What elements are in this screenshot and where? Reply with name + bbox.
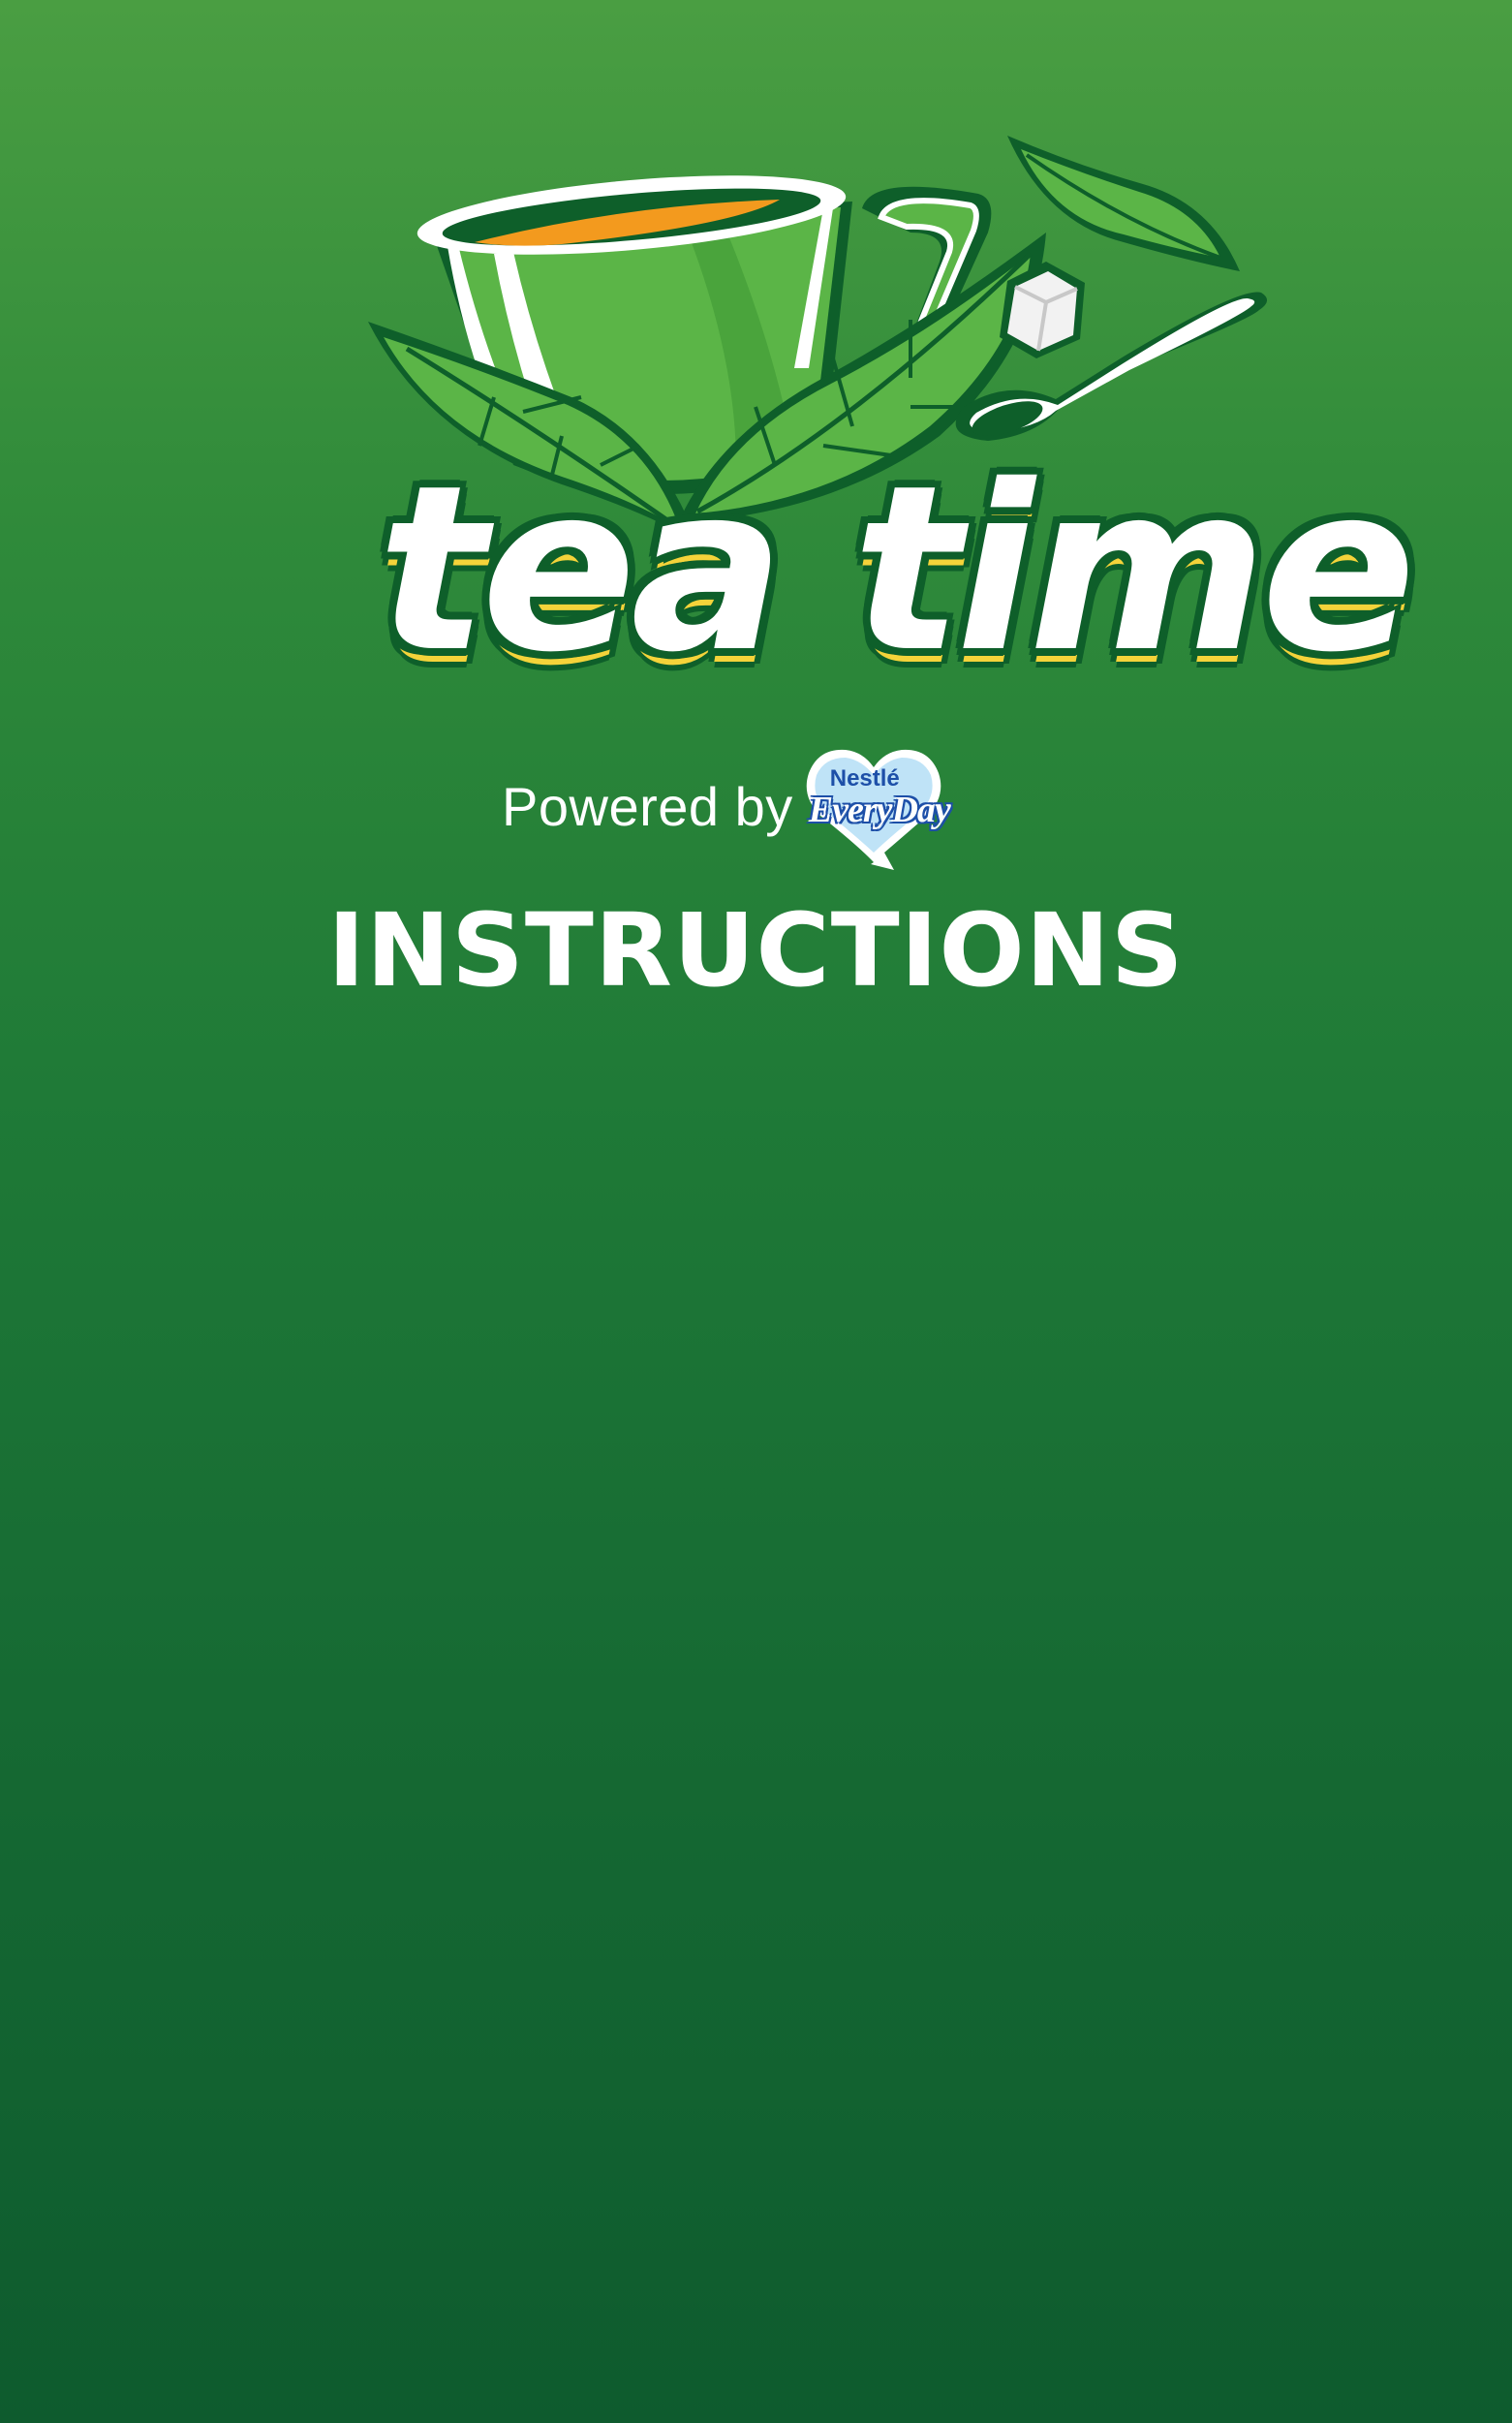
everyday-product-label: EveryDay — [808, 790, 951, 830]
powered-by-label: Powered by — [502, 775, 793, 837]
page-title: INSTRUCTIONS — [327, 891, 1185, 1010]
instructions-screen: tea time Powered by Nestlé EveryDay INST… — [0, 0, 1512, 2423]
tea-time-logo-title: tea time — [378, 436, 1416, 702]
powered-by-row: Powered by Nestlé EveryDay — [502, 738, 951, 874]
nestle-everyday-badge: Nestlé EveryDay — [801, 738, 951, 874]
